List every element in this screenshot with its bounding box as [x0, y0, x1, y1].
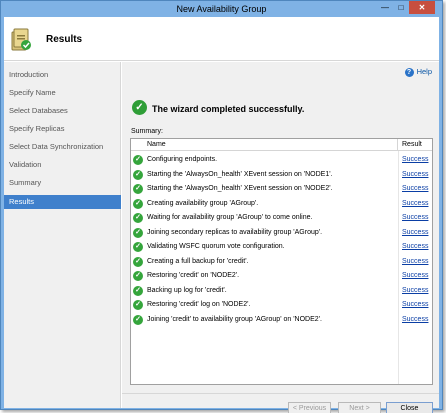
minimize-button[interactable]: — [377, 1, 393, 14]
column-header-result[interactable]: Result [399, 139, 432, 151]
row-result-link[interactable]: Success [402, 301, 428, 308]
success-icon: ✓ [133, 184, 143, 194]
wizard-header: Results [4, 17, 439, 61]
sidebar-item-validation[interactable]: Validation [4, 158, 121, 172]
table-row: ✓ Restoring 'credit' on 'NODE2'. Success [131, 269, 432, 284]
row-name: Restoring 'credit' on 'NODE2'. [147, 272, 240, 279]
footer-divider [122, 393, 439, 394]
success-icon: ✓ [133, 227, 143, 238]
wizard-results-icon [11, 28, 31, 51]
maximize-button[interactable]: □ [393, 1, 409, 14]
help-link[interactable]: ? Help [404, 67, 432, 77]
row-name: Joining secondary replicas to availabili… [147, 228, 323, 236]
previous-button[interactable]: < Previous [288, 402, 331, 413]
table-row: ✓ Joining 'credit' to availability group… [131, 313, 432, 328]
success-icon: ✓ [133, 213, 143, 223]
close-window-button[interactable]: ✕ [409, 1, 435, 14]
window-title: New Availability Group [176, 4, 267, 14]
table-row: ✓ Creating availability group 'AGroup'. … [131, 197, 432, 212]
table-row: ✓ Starting the 'AlwaysOn_health' XEvent … [131, 182, 432, 197]
success-icon: ✓ [133, 169, 143, 180]
help-icon: ? [404, 68, 414, 77]
sidebar-item-select-data-synchronization[interactable]: Select Data Synchronization [4, 140, 121, 154]
row-result-link[interactable]: Success [402, 229, 428, 236]
row-result-link[interactable]: Success [402, 185, 428, 192]
row-result-link[interactable]: Success [402, 156, 428, 163]
table-row: ✓ Backing up log for 'credit'. Success [131, 284, 432, 299]
column-header-name[interactable]: Name [131, 139, 398, 151]
row-result-link[interactable]: Success [402, 258, 428, 265]
row-name: Starting the 'AlwaysOn_health' XEvent se… [147, 185, 333, 192]
table-row: ✓ Configuring endpoints. Success [131, 153, 432, 168]
row-name: Backing up log for 'credit'. [147, 286, 227, 294]
table-row: ✓ Waiting for availability group 'AGroup… [131, 211, 432, 226]
success-icon: ✓ [133, 256, 143, 267]
row-result-link[interactable]: Success [402, 171, 428, 178]
summary-label: Summary: [131, 128, 163, 135]
row-name: Creating availability group 'AGroup'. [147, 199, 259, 207]
table-row: ✓ Validating WSFC quorum vote configurat… [131, 240, 432, 255]
table-row: ✓ Starting the 'AlwaysOn_health' XEvent … [131, 168, 432, 183]
row-name: Configuring endpoints. [147, 156, 218, 163]
title-bar[interactable]: New Availability Group — □ ✕ [1, 1, 442, 17]
row-name: Restoring 'credit' log on 'NODE2'. [147, 301, 251, 308]
wizard-client: Results Introduction Specify Name Select… [4, 17, 439, 413]
success-icon: ✓ [133, 300, 143, 310]
results-table: Name Result ✓ Configuring endpoints. Suc… [130, 138, 433, 385]
success-icon: ✓ [133, 271, 143, 281]
row-result-link[interactable]: Success [402, 243, 428, 250]
sidebar-item-results[interactable]: Results [4, 195, 121, 209]
next-button[interactable]: Next > [338, 402, 381, 413]
sidebar-item-introduction[interactable]: Introduction [4, 68, 121, 82]
sidebar-item-select-databases[interactable]: Select Databases [4, 104, 121, 118]
row-name: Validating WSFC quorum vote configuratio… [147, 243, 285, 250]
success-icon: ✓ [133, 242, 143, 252]
table-header: Name Result [131, 139, 432, 151]
table-row: ✓ Restoring 'credit' log on 'NODE2'. Suc… [131, 298, 432, 313]
page-title: Results [46, 34, 83, 45]
row-result-link[interactable]: Success [402, 214, 428, 221]
sidebar-item-specify-replicas[interactable]: Specify Replicas [4, 122, 121, 136]
table-row: ✓ Creating a full backup for 'credit'. S… [131, 255, 432, 270]
row-result-link[interactable]: Success [402, 272, 428, 279]
row-name: Starting the 'AlwaysOn_health' XEvent se… [147, 170, 333, 178]
row-name: Creating a full backup for 'credit'. [147, 257, 249, 265]
row-result-link[interactable]: Success [402, 287, 428, 294]
status-message: The wizard completed successfully. [152, 104, 305, 114]
sidebar-item-specify-name[interactable]: Specify Name [4, 86, 121, 100]
sidebar-item-summary[interactable]: Summary [4, 176, 121, 190]
close-button[interactable]: Close [386, 402, 433, 413]
table-row: ✓ Joining secondary replicas to availabi… [131, 226, 432, 241]
success-check-icon: ✓ [132, 100, 147, 115]
success-icon: ✓ [133, 155, 143, 165]
row-result-link[interactable]: Success [402, 200, 428, 207]
success-icon: ✓ [133, 198, 143, 209]
wizard-main: ? Help ✓ The wizard completed successfull… [122, 62, 439, 413]
row-result-link[interactable]: Success [402, 316, 428, 323]
wizard-sidebar: Introduction Specify Name Select Databas… [4, 62, 121, 408]
wizard-window: New Availability Group — □ ✕ Results Int… [0, 0, 443, 413]
success-icon: ✓ [133, 314, 143, 325]
row-name: Joining 'credit' to availability group '… [147, 315, 322, 323]
help-label: Help [416, 67, 432, 76]
row-name: Waiting for availability group 'AGroup' … [147, 214, 313, 221]
success-icon: ✓ [133, 285, 143, 296]
